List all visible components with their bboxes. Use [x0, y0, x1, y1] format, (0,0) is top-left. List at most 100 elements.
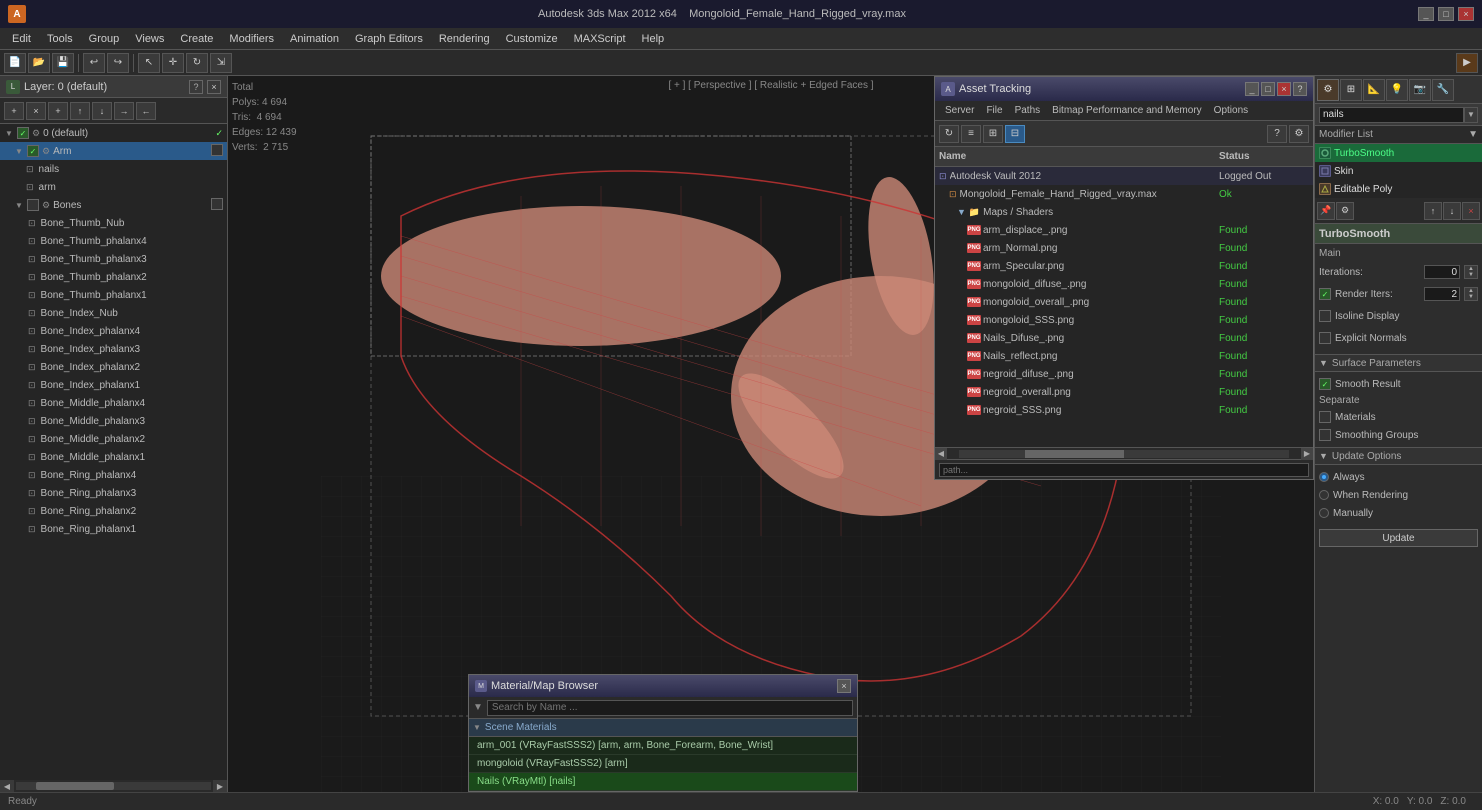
smooth-result-check[interactable]: ✓: [1319, 378, 1331, 390]
matmap-section-header[interactable]: ▼ Scene Materials: [469, 719, 857, 737]
list-item[interactable]: ⊡Bone_Thumb_phalanx1: [0, 286, 227, 304]
asset-row-png-6[interactable]: PNG Nails_Difuse_.png Found: [935, 329, 1313, 347]
menu-animation[interactable]: Animation: [282, 31, 347, 47]
menu-help[interactable]: Help: [634, 31, 673, 47]
asset-scroll-left[interactable]: ◀: [935, 448, 947, 460]
maximize-btn[interactable]: □: [1438, 7, 1454, 21]
asset-toolbar-help[interactable]: ?: [1267, 125, 1287, 143]
render-iters-check[interactable]: ✓: [1319, 288, 1331, 300]
list-item[interactable]: ⊡Bone_Index_phalanx4: [0, 322, 227, 340]
asset-row-png-9[interactable]: PNG negroid_overall.png Found: [935, 383, 1313, 401]
isoline-check[interactable]: [1319, 310, 1331, 322]
layer-item-nails[interactable]: ⊡ nails: [0, 160, 227, 178]
asset-row-max-file[interactable]: ⊡ Mongoloid_Female_Hand_Rigged_vray.max …: [935, 185, 1313, 203]
asset-scroll-right[interactable]: ▶: [1301, 448, 1313, 460]
asset-scrollbar-h[interactable]: ◀ ▶: [935, 447, 1313, 459]
toolbar-save[interactable]: 💾: [52, 53, 74, 73]
menu-group[interactable]: Group: [81, 31, 128, 47]
asset-toolbar-settings[interactable]: ⚙: [1289, 125, 1309, 143]
modifier-skin[interactable]: Skin: [1315, 162, 1482, 180]
toolbar-rotate[interactable]: ↻: [186, 53, 208, 73]
layer-add-sel-btn[interactable]: +: [48, 102, 68, 120]
menu-customize[interactable]: Customize: [498, 31, 566, 47]
toolbar-render[interactable]: ▶: [1456, 53, 1478, 73]
asset-menu-file[interactable]: File: [980, 104, 1008, 117]
asset-toolbar-tree[interactable]: ⊟: [1005, 125, 1025, 143]
list-item[interactable]: ⊡Bone_Index_phalanx3: [0, 340, 227, 358]
list-item[interactable]: ⊡Bone_Thumb_phalanx4: [0, 232, 227, 250]
menu-create[interactable]: Create: [172, 31, 221, 47]
asset-minimize-btn[interactable]: _: [1245, 82, 1259, 96]
radio-when-rendering[interactable]: [1319, 490, 1329, 500]
viewport[interactable]: Total Polys: 4 694 Tris: 4 694 Edges: 12…: [228, 76, 1314, 792]
list-item[interactable]: ⊡Bone_Ring_phalanx4: [0, 466, 227, 484]
minimize-btn[interactable]: _: [1418, 7, 1434, 21]
asset-row-png-0[interactable]: PNG arm_displace_.png Found: [935, 221, 1313, 239]
list-item[interactable]: ⊡Bone_Index_phalanx1: [0, 376, 227, 394]
list-item[interactable]: ⊡Bone_Ring_phalanx1: [0, 520, 227, 538]
layer-move-up-btn[interactable]: ↑: [70, 102, 90, 120]
asset-row-png-4[interactable]: PNG mongoloid_overall_.png Found: [935, 293, 1313, 311]
asset-toolbar-detail[interactable]: ⊞: [983, 125, 1003, 143]
asset-toolbar-refresh[interactable]: ↻: [939, 125, 959, 143]
mod-delete-btn[interactable]: ×: [1462, 202, 1480, 220]
layers-help-btn[interactable]: ?: [189, 80, 203, 94]
matmap-item-0[interactable]: arm_001 (VRayFastSSS2) [arm, arm, Bone_F…: [469, 737, 857, 755]
layers-close-btn[interactable]: ×: [207, 80, 221, 94]
list-item[interactable]: ⊡Bone_Middle_phalanx1: [0, 448, 227, 466]
asset-maximize-btn[interactable]: □: [1261, 82, 1275, 96]
right-icon-3[interactable]: 📐: [1363, 79, 1385, 101]
object-name-input[interactable]: [1319, 107, 1464, 123]
arm-vis-check[interactable]: [211, 144, 223, 156]
list-item[interactable]: ⊡Bone_Ring_phalanx2: [0, 502, 227, 520]
radio-manually[interactable]: [1319, 508, 1329, 518]
update-button[interactable]: Update: [1319, 529, 1478, 547]
render-iters-spinner[interactable]: ▲ ▼: [1464, 287, 1478, 301]
layer-add-btn[interactable]: +: [4, 102, 24, 120]
asset-scroll-thumb[interactable]: [1025, 450, 1124, 458]
menu-modifiers[interactable]: Modifiers: [221, 31, 282, 47]
asset-row-png-1[interactable]: PNG arm_Normal.png Found: [935, 239, 1313, 257]
asset-menu-paths[interactable]: Paths: [1009, 104, 1047, 117]
close-btn[interactable]: ×: [1458, 7, 1474, 21]
layers-scroll-thumb[interactable]: [36, 782, 114, 790]
layer-indent-btn[interactable]: →: [114, 102, 134, 120]
layers-scrollbar[interactable]: ◀ ▶: [0, 780, 227, 792]
asset-close-btn[interactable]: ×: [1277, 82, 1291, 96]
toolbar-new[interactable]: 📄: [4, 53, 26, 73]
modifier-dropdown-btn[interactable]: ▼: [1464, 107, 1478, 123]
list-item[interactable]: ⊡Bone_Index_phalanx2: [0, 358, 227, 376]
layer-move-dn-btn[interactable]: ↓: [92, 102, 112, 120]
iterations-input[interactable]: [1424, 265, 1460, 279]
list-item[interactable]: ⊡Bone_Thumb_Nub: [0, 214, 227, 232]
mod-move-up-btn[interactable]: ↑: [1424, 202, 1442, 220]
list-item[interactable]: ⊡Bone_Middle_phalanx4: [0, 394, 227, 412]
menu-edit[interactable]: Edit: [4, 31, 39, 47]
modifier-turbosmooth[interactable]: TurboSmooth: [1315, 144, 1482, 162]
menu-tools[interactable]: Tools: [39, 31, 81, 47]
toolbar-scale[interactable]: ⇲: [210, 53, 232, 73]
layer-item-arm[interactable]: ▼ ✓ ⚙ Arm: [0, 142, 227, 160]
menu-rendering[interactable]: Rendering: [431, 31, 498, 47]
toolbar-redo[interactable]: ↪: [107, 53, 129, 73]
right-icon-1[interactable]: ⚙: [1317, 79, 1339, 101]
matmap-item-2[interactable]: Nails (VRayMtl) [nails]: [469, 773, 857, 791]
right-icon-4[interactable]: 💡: [1386, 79, 1408, 101]
list-item[interactable]: ⊡Bone_Thumb_phalanx2: [0, 268, 227, 286]
asset-menu-bitmap[interactable]: Bitmap Performance and Memory: [1046, 104, 1208, 117]
asset-help-btn[interactable]: ?: [1293, 82, 1307, 96]
toolbar-select[interactable]: ↖: [138, 53, 160, 73]
asset-row-png-2[interactable]: PNG arm_Specular.png Found: [935, 257, 1313, 275]
menu-views[interactable]: Views: [127, 31, 172, 47]
matmap-search-input[interactable]: [487, 700, 853, 716]
matmap-item-1[interactable]: mongoloid (VRayFastSSS2) [arm]: [469, 755, 857, 773]
scroll-right-btn[interactable]: ▶: [213, 780, 227, 792]
asset-row-png-10[interactable]: PNG negroid_SSS.png Found: [935, 401, 1313, 419]
smoothing-groups-check[interactable]: [1319, 429, 1331, 441]
materials-check[interactable]: [1319, 411, 1331, 423]
toolbar-undo[interactable]: ↩: [83, 53, 105, 73]
list-item[interactable]: ⊡Bone_Thumb_phalanx3: [0, 250, 227, 268]
asset-menu-server[interactable]: Server: [939, 104, 980, 117]
mod-move-dn-btn[interactable]: ↓: [1443, 202, 1461, 220]
layer-item[interactable]: ▼ ✓ ⚙ 0 (default) ✓: [0, 124, 227, 142]
